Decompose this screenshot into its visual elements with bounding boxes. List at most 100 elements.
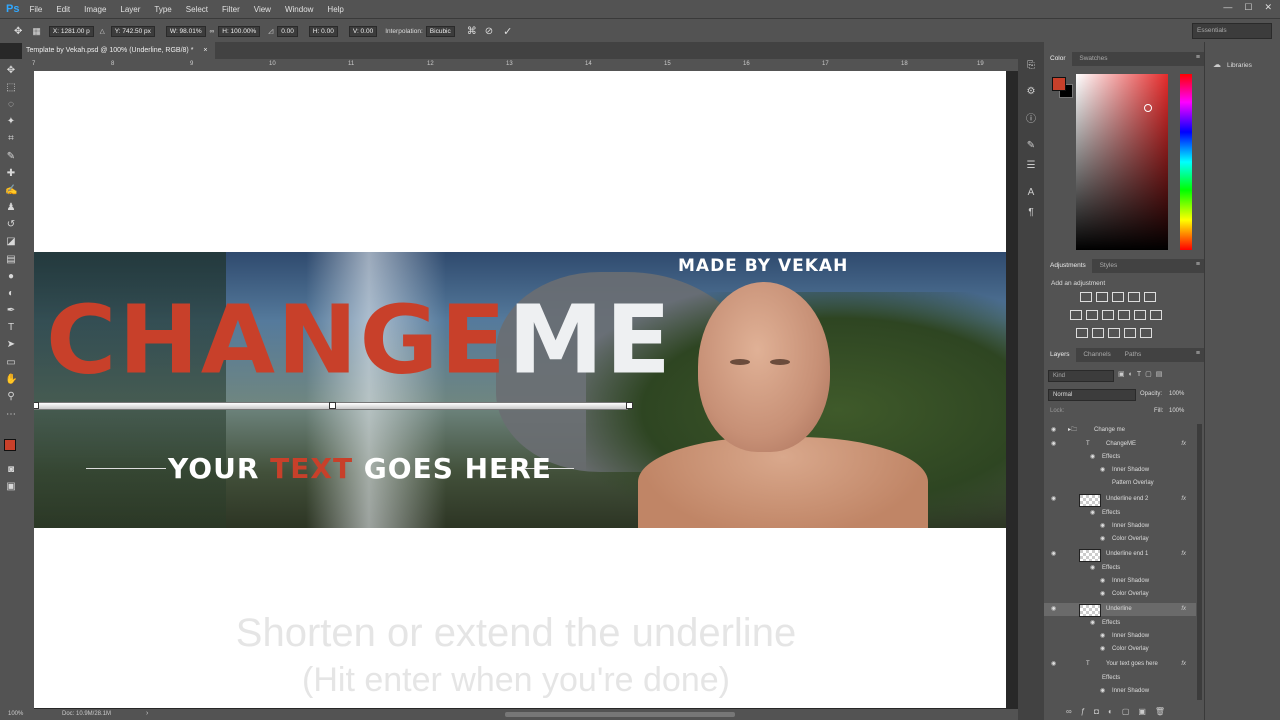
- layer-row[interactable]: ◉ Underline end 2 fx: [1044, 493, 1196, 507]
- vskew-field[interactable]: V: 0.00: [348, 25, 378, 37]
- width-field[interactable]: W: 98.01%: [165, 25, 206, 37]
- hue-sat-icon[interactable]: [1070, 310, 1082, 320]
- warp-icon[interactable]: ⌘: [467, 26, 477, 37]
- shape-tool-icon[interactable]: ▭: [5, 357, 17, 369]
- panel-menu-icon[interactable]: ≡: [1196, 261, 1200, 268]
- more-tools-icon[interactable]: ⋯: [5, 409, 17, 421]
- menu-help[interactable]: Help: [327, 5, 343, 14]
- layer-row[interactable]: ◉ Effects: [1044, 562, 1196, 575]
- menu-filter[interactable]: Filter: [222, 5, 240, 14]
- layer-row-selected[interactable]: ◉ Underline fx: [1044, 603, 1196, 617]
- transform-handle[interactable]: [626, 402, 633, 409]
- black-white-icon[interactable]: [1102, 310, 1114, 320]
- blur-tool-icon[interactable]: ●: [5, 271, 17, 283]
- layer-row[interactable]: ◉ Color Overlay: [1044, 533, 1196, 546]
- fill-field[interactable]: 100%: [1169, 408, 1184, 414]
- layer-row[interactable]: ◉ Inner Shadow: [1044, 520, 1196, 533]
- menu-type[interactable]: Type: [154, 5, 171, 14]
- layer-row[interactable]: ◉ Inner Shadow: [1044, 464, 1196, 477]
- threshold-icon[interactable]: [1108, 328, 1120, 338]
- brightness-icon[interactable]: [1080, 292, 1092, 302]
- layer-row[interactable]: ◉ Underline end 1 fx: [1044, 548, 1196, 562]
- gradient-map-icon[interactable]: [1140, 328, 1152, 338]
- fx-icon[interactable]: fx: [1181, 438, 1186, 451]
- color-balance-icon[interactable]: [1086, 310, 1098, 320]
- effects-eye-icon[interactable]: ◉: [1100, 630, 1105, 643]
- angle-field[interactable]: 0.00: [277, 25, 298, 37]
- libraries-label[interactable]: Libraries: [1227, 62, 1252, 69]
- layer-row[interactable]: ◉ T ChangeME fx: [1044, 438, 1196, 451]
- invert-icon[interactable]: [1076, 328, 1088, 338]
- healing-tool-icon[interactable]: ✚: [5, 168, 17, 180]
- visibility-eye-icon[interactable]: ◉: [1051, 661, 1059, 668]
- stamp-tool-icon[interactable]: ♟: [5, 202, 17, 214]
- effects-eye-icon[interactable]: ◉: [1100, 643, 1105, 656]
- hand-tool-icon[interactable]: ✋: [5, 374, 17, 386]
- close-tab-icon[interactable]: ×: [203, 47, 207, 54]
- layers-scrollbar[interactable]: [1197, 424, 1202, 700]
- horizontal-scrollbar[interactable]: [505, 712, 735, 717]
- brush-presets-icon[interactable]: ☰: [1025, 160, 1037, 172]
- crop-tool-icon[interactable]: ⌗: [5, 133, 17, 145]
- eraser-tool-icon[interactable]: ◪: [5, 236, 17, 248]
- reference-point-icon[interactable]: ▦: [32, 26, 41, 37]
- effects-eye-icon[interactable]: ◉: [1100, 464, 1105, 477]
- y-position-field[interactable]: Y: 742.50 px: [110, 25, 155, 37]
- path-select-icon[interactable]: ➤: [5, 339, 17, 351]
- fx-icon[interactable]: fx: [1181, 603, 1186, 616]
- foreground-swatch[interactable]: [1052, 77, 1066, 91]
- libraries-icon[interactable]: ☁: [1213, 60, 1221, 69]
- layer-row[interactable]: ◉ ▸🗀 Change me: [1044, 424, 1196, 437]
- layer-filter-icons[interactable]: ▣◐T▢▤: [1118, 370, 1166, 378]
- layer-row[interactable]: Effects: [1044, 672, 1196, 685]
- fx-icon[interactable]: fx: [1181, 493, 1186, 506]
- effects-eye-icon[interactable]: ◉: [1100, 685, 1105, 698]
- visibility-eye-icon[interactable]: ◉: [1051, 496, 1059, 503]
- tab-channels[interactable]: Channels: [1077, 348, 1116, 362]
- character-icon[interactable]: A: [1025, 187, 1037, 199]
- minimize-button[interactable]: —: [1223, 2, 1232, 13]
- link-icon[interactable]: ∞: [210, 28, 215, 35]
- layer-row[interactable]: ◉ Inner Shadow: [1044, 685, 1196, 698]
- foreground-color-swatch[interactable]: [4, 439, 16, 451]
- cancel-transform-icon[interactable]: ⊘: [485, 26, 493, 37]
- hskew-field[interactable]: H: 0.00: [308, 25, 338, 37]
- panel-menu-icon[interactable]: ≡: [1196, 350, 1200, 357]
- marquee-tool-icon[interactable]: ⬚: [5, 82, 17, 94]
- canvas-area[interactable]: MADE BY VEKAH CHANGEME YOUR TEXT GOES HE…: [34, 71, 1018, 709]
- commit-transform-icon[interactable]: ✓: [503, 25, 512, 38]
- lasso-tool-icon[interactable]: ◌: [5, 99, 17, 111]
- tab-swatches[interactable]: Swatches: [1073, 52, 1113, 66]
- tab-layers[interactable]: Layers: [1044, 348, 1076, 362]
- layer-row[interactable]: ◉ Effects: [1044, 507, 1196, 520]
- layers-footer-icons[interactable]: ∞ƒ◘◐▢▣🗑: [1044, 704, 1204, 720]
- layer-filter-select[interactable]: Kind: [1048, 370, 1114, 382]
- menu-file[interactable]: File: [29, 5, 42, 14]
- brush-tool-icon[interactable]: ✍: [5, 185, 17, 197]
- visibility-eye-icon[interactable]: ◉: [1051, 427, 1059, 434]
- magic-wand-tool-icon[interactable]: ✦: [5, 116, 17, 128]
- menu-view[interactable]: View: [254, 5, 271, 14]
- channel-mixer-icon[interactable]: [1134, 310, 1146, 320]
- document-canvas[interactable]: MADE BY VEKAH CHANGEME YOUR TEXT GOES HE…: [34, 71, 1006, 708]
- tab-styles[interactable]: Styles: [1094, 259, 1124, 273]
- transform-handle[interactable]: [329, 402, 336, 409]
- pen-tool-icon[interactable]: ✒: [5, 305, 17, 317]
- effects-eye-icon[interactable]: ◉: [1100, 588, 1105, 601]
- properties-icon[interactable]: ⚙: [1025, 86, 1037, 98]
- paragraph-icon[interactable]: ¶: [1025, 207, 1037, 219]
- menu-select[interactable]: Select: [186, 5, 208, 14]
- history-brush-icon[interactable]: ↺: [5, 219, 17, 231]
- interpolation-select[interactable]: Bicubic: [425, 25, 455, 37]
- status-arrow-icon[interactable]: ›: [146, 710, 148, 717]
- document-tab[interactable]: Template by Vekah.psd @ 100% (Underline,…: [22, 42, 216, 59]
- curves-icon[interactable]: [1112, 292, 1124, 302]
- menu-edit[interactable]: Edit: [56, 5, 70, 14]
- fx-icon[interactable]: fx: [1181, 548, 1186, 561]
- effects-eye-icon[interactable]: ◉: [1090, 507, 1095, 520]
- effects-eye-icon[interactable]: ◉: [1090, 451, 1095, 464]
- type-tool-icon[interactable]: T: [5, 322, 17, 334]
- fx-icon[interactable]: fx: [1181, 658, 1186, 671]
- maximize-button[interactable]: ☐: [1244, 2, 1252, 13]
- history-icon[interactable]: ⎘: [1025, 60, 1037, 72]
